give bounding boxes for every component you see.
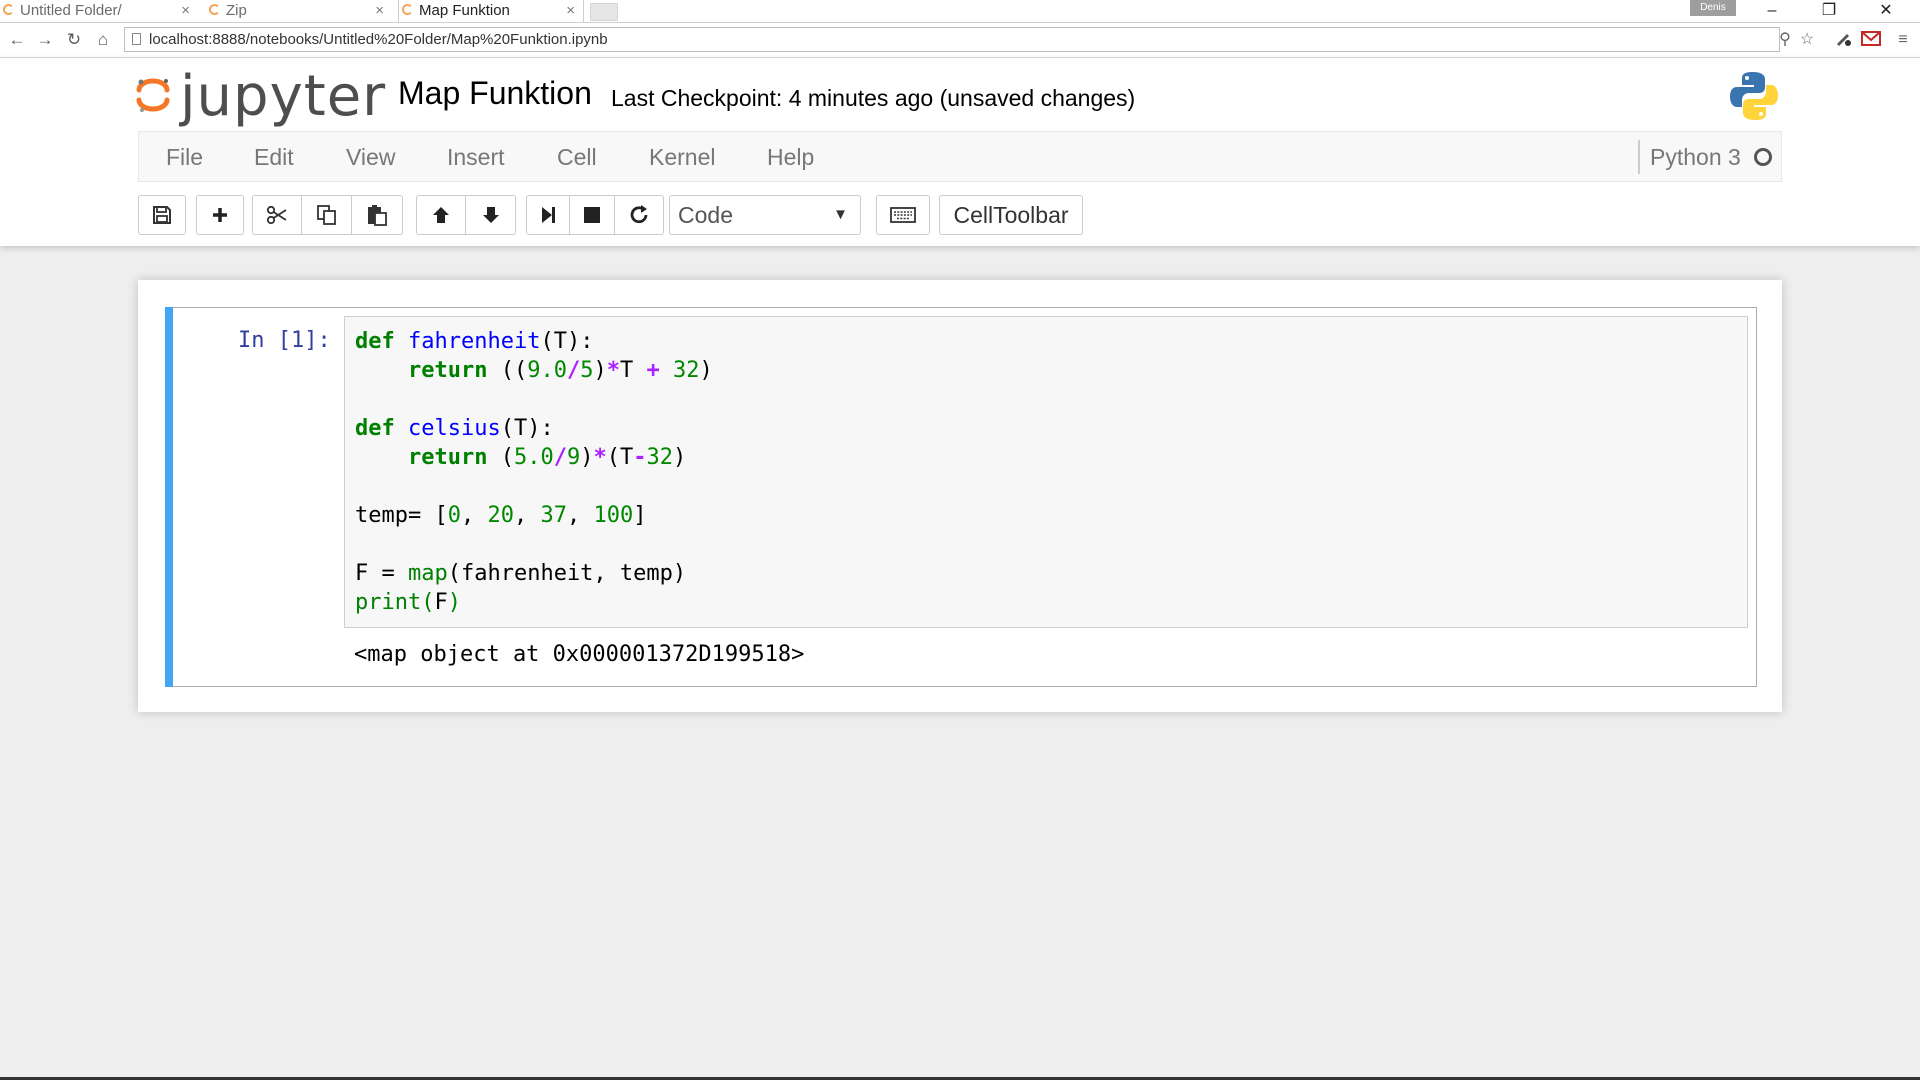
close-window-button[interactable]: ✕	[1866, 0, 1906, 22]
save-button[interactable]	[138, 195, 186, 235]
code-cell[interactable]: In [1]: def fahrenheit(T): return ((9.0/…	[165, 307, 1757, 687]
interrupt-kernel-button[interactable]	[569, 195, 615, 235]
menu-view[interactable]: View	[346, 144, 395, 171]
chevron-down-icon: ▼	[833, 206, 848, 223]
tab-title: Map Funktion	[419, 2, 510, 19]
menu-file[interactable]: File	[166, 144, 203, 171]
cell-type-select[interactable]: Code ▼	[669, 195, 861, 235]
copy-icon	[316, 205, 336, 225]
page-icon	[132, 33, 141, 45]
extension-icon[interactable]	[1832, 29, 1854, 51]
menu-edit[interactable]: Edit	[254, 144, 294, 171]
kernel-name: Python 3	[1650, 144, 1741, 170]
tab-zip[interactable]: Zip ×	[206, 0, 392, 22]
menu-bar: File Edit View Insert Cell Kernel Help P…	[138, 131, 1782, 182]
plus-icon	[213, 208, 227, 222]
jupyter-favicon-icon	[402, 4, 413, 15]
run-cell-button[interactable]	[526, 195, 570, 235]
address-bar-row: ← → ↻ ⌂ localhost:8888/notebooks/Untitle…	[0, 23, 1920, 58]
arrow-up-icon	[433, 207, 449, 223]
cell-type-value: Code	[678, 202, 733, 228]
jupyter-favicon-icon	[3, 4, 14, 15]
bookmark-star-icon[interactable]: ☆	[1796, 29, 1818, 51]
browser-tab-bar: Untitled Folder/ × Zip × Map Funktion × …	[0, 0, 1920, 23]
jupyter-header: jupyter Map Funktion Last Checkpoint: 4 …	[0, 58, 1920, 246]
tab-title: Untitled Folder/	[20, 2, 122, 19]
minimize-button[interactable]: –	[1752, 0, 1792, 22]
tab-close-icon[interactable]: ×	[566, 0, 575, 21]
restart-icon	[630, 205, 648, 224]
command-palette-button[interactable]	[876, 195, 930, 235]
code-text: def fahrenheit(T): return ((9.0/5)*T + 3…	[355, 329, 713, 615]
tab-untitled-folder[interactable]: Untitled Folder/ ×	[0, 0, 198, 22]
browser-menu-icon[interactable]: ≡	[1892, 29, 1914, 51]
tab-close-icon[interactable]: ×	[181, 0, 190, 21]
cell-output: <map object at 0x000001372D199518>	[354, 642, 805, 667]
menu-kernel[interactable]: Kernel	[649, 144, 715, 171]
url-text: localhost:8888/notebooks/Untitled%20Fold…	[149, 31, 608, 48]
notebook-toolbar: Code ▼ CellToolbar	[0, 191, 1920, 241]
logo-text: jupyter	[180, 64, 387, 129]
kernel-divider	[1638, 140, 1640, 174]
step-forward-icon	[542, 207, 555, 223]
new-tab-button[interactable]	[590, 3, 618, 21]
python-logo-icon	[1730, 72, 1778, 120]
paste-button[interactable]	[351, 195, 403, 235]
cell-selection-marker	[165, 307, 173, 687]
scissors-icon	[266, 205, 287, 225]
notebook-container: In [1]: def fahrenheit(T): return ((9.0/…	[138, 280, 1782, 712]
tab-map-funktion[interactable]: Map Funktion ×	[398, 0, 584, 22]
celltoolbar-button[interactable]: CellToolbar	[939, 195, 1083, 235]
back-icon[interactable]: ←	[6, 29, 28, 51]
menu-help[interactable]: Help	[767, 144, 814, 171]
input-prompt: In [1]:	[238, 328, 331, 353]
tab-close-icon[interactable]: ×	[375, 0, 384, 21]
move-up-button[interactable]	[416, 195, 466, 235]
keyboard-icon	[890, 207, 916, 223]
menu-insert[interactable]: Insert	[447, 144, 505, 171]
tab-title: Zip	[226, 2, 247, 19]
notebook-name[interactable]: Map Funktion	[398, 75, 592, 112]
copy-button[interactable]	[301, 195, 352, 235]
user-badge[interactable]: Denis	[1690, 0, 1736, 16]
restore-button[interactable]: ❐	[1809, 0, 1849, 22]
jupyter-logo-icon	[136, 78, 170, 112]
save-icon	[153, 206, 171, 224]
zoom-icon[interactable]: ⚲	[1774, 29, 1796, 51]
home-icon[interactable]: ⌂	[92, 29, 114, 51]
reload-icon[interactable]: ↻	[63, 29, 85, 51]
move-down-button[interactable]	[465, 195, 516, 235]
jupyter-favicon-icon	[209, 4, 220, 15]
code-editor[interactable]: def fahrenheit(T): return ((9.0/5)*T + 3…	[344, 316, 1748, 628]
kernel-idle-indicator-icon	[1754, 148, 1772, 166]
arrow-down-icon	[482, 207, 499, 223]
menu-cell[interactable]: Cell	[557, 144, 597, 171]
url-input[interactable]: localhost:8888/notebooks/Untitled%20Fold…	[124, 27, 1780, 52]
checkpoint-status: Last Checkpoint: 4 minutes ago (unsaved …	[611, 85, 1136, 111]
restart-kernel-button[interactable]	[614, 195, 664, 235]
cut-button[interactable]	[252, 195, 302, 235]
gmail-icon[interactable]	[1860, 29, 1882, 51]
paste-icon	[368, 205, 387, 226]
insert-cell-button[interactable]	[196, 195, 244, 235]
stop-icon	[584, 207, 600, 223]
forward-icon[interactable]: →	[34, 29, 56, 51]
